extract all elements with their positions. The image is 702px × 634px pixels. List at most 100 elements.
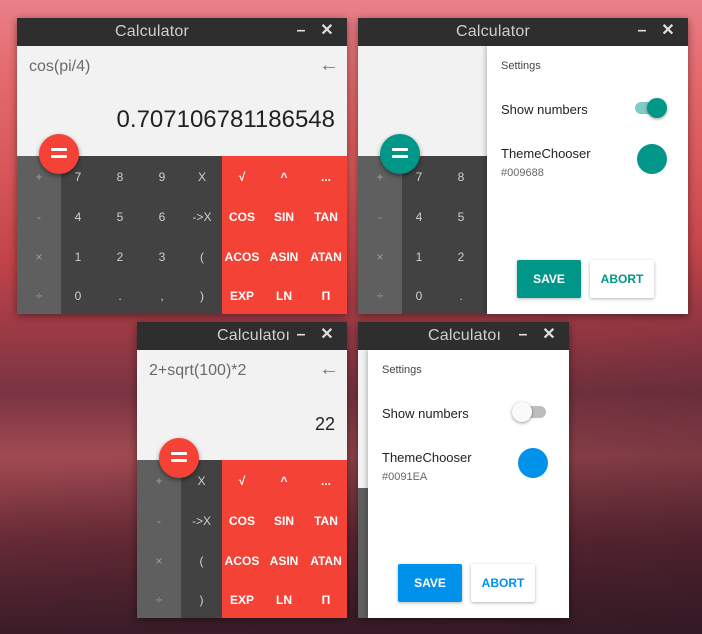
key-close-paren[interactable]: ): [185, 289, 219, 303]
equals-icon: [392, 148, 408, 151]
key-ln[interactable]: LN: [264, 593, 304, 607]
window-title: Calculatoı: [428, 327, 502, 344]
show-numbers-toggle[interactable]: [631, 96, 671, 120]
key-3[interactable]: 3: [145, 250, 179, 264]
key-close-paren[interactable]: ): [181, 593, 222, 607]
key-8[interactable]: 8: [444, 170, 478, 184]
key-minus[interactable]: -: [137, 514, 181, 528]
key-ln[interactable]: LN: [264, 289, 304, 303]
key-open-paren[interactable]: (: [181, 554, 222, 568]
close-button[interactable]: ✕: [658, 21, 678, 41]
equals-fab-button[interactable]: [159, 438, 199, 478]
key-1[interactable]: 1: [61, 250, 95, 264]
key-divide[interactable]: ÷: [137, 593, 181, 607]
key-1[interactable]: 1: [402, 250, 436, 264]
backspace-icon[interactable]: ←: [319, 358, 339, 381]
key-atan[interactable]: ATAN: [306, 250, 346, 264]
key-multiply[interactable]: ×: [17, 250, 61, 264]
key-6[interactable]: 6: [145, 210, 179, 224]
abort-button[interactable]: ABORT: [590, 260, 654, 298]
key-minus[interactable]: -: [17, 210, 61, 224]
result-text: 22: [314, 414, 335, 434]
minimize-button[interactable]: –: [632, 21, 652, 41]
key-tan[interactable]: TAN: [306, 210, 346, 224]
key-minus[interactable]: -: [358, 210, 402, 224]
number-pad: 7 8 9 X 4 5 6 ->X 1 2 3 ( 0 . , ): [61, 156, 222, 314]
title-bar[interactable]: Calculatoı – ✕: [137, 322, 347, 350]
title-bar[interactable]: Calculator – ✕: [17, 18, 347, 46]
equals-icon: [171, 452, 187, 455]
key-cos[interactable]: COS: [222, 514, 262, 528]
minimize-button[interactable]: –: [291, 21, 311, 41]
key-more[interactable]: ...: [306, 474, 346, 488]
close-button[interactable]: ✕: [317, 325, 337, 345]
key-multiply[interactable]: ×: [137, 554, 181, 568]
equals-icon-bar: [392, 155, 408, 158]
key-0[interactable]: 0: [61, 289, 95, 303]
key-atan[interactable]: ATAN: [306, 554, 346, 568]
key-store-x[interactable]: ->X: [185, 210, 219, 224]
settings-heading: Settings: [501, 60, 541, 72]
key-8[interactable]: 8: [103, 170, 137, 184]
minimize-button[interactable]: –: [291, 325, 311, 345]
key-2[interactable]: 2: [103, 250, 137, 264]
window-title: Calculatoı: [217, 327, 291, 344]
key-5[interactable]: 5: [444, 210, 478, 224]
calculator-window-3: Calculatoı – ✕ 2+sqrt(100)*2 ← 22 + - × …: [137, 322, 347, 618]
key-divide[interactable]: ÷: [17, 289, 61, 303]
key-4[interactable]: 4: [402, 210, 436, 224]
backspace-icon[interactable]: ←: [319, 54, 339, 77]
key-pi[interactable]: Π: [306, 593, 346, 607]
key-comma[interactable]: ,: [145, 289, 179, 303]
key-power[interactable]: ^: [264, 170, 304, 184]
key-pi[interactable]: Π: [306, 289, 346, 303]
key-multiply[interactable]: ×: [358, 250, 402, 264]
key-store-x[interactable]: ->X: [181, 514, 222, 528]
result-text: 0.707106781186548: [116, 106, 335, 133]
key-divide[interactable]: ÷: [358, 289, 402, 303]
key-sin[interactable]: SIN: [264, 514, 304, 528]
title-bar[interactable]: Calculatoı – ✕: [358, 322, 569, 350]
show-numbers-label: Show numbers: [501, 102, 588, 117]
key-sqrt[interactable]: √: [222, 170, 262, 184]
toggle-thumb: [647, 98, 667, 118]
theme-color-value: #0091EA: [382, 471, 428, 483]
key-asin[interactable]: ASIN: [264, 554, 304, 568]
save-button[interactable]: SAVE: [398, 564, 462, 602]
function-pad: √ ^ ... COS SIN TAN ACOS ASIN ATAN EXP L…: [222, 156, 347, 314]
theme-color-swatch[interactable]: [637, 144, 667, 174]
calculator-window-1: Calculator – ✕ cos(pi/4) ← 0.70710678118…: [17, 18, 347, 314]
theme-color-swatch[interactable]: [518, 448, 548, 478]
key-open-paren[interactable]: (: [185, 250, 219, 264]
key-decimal[interactable]: .: [103, 289, 137, 303]
key-acos[interactable]: ACOS: [222, 250, 262, 264]
equals-fab-button[interactable]: [380, 134, 420, 174]
show-numbers-toggle[interactable]: [512, 400, 552, 424]
key-cos[interactable]: COS: [222, 210, 262, 224]
key-sin[interactable]: SIN: [264, 210, 304, 224]
close-button[interactable]: ✕: [539, 325, 559, 345]
key-exp[interactable]: EXP: [222, 289, 262, 303]
key-acos[interactable]: ACOS: [222, 554, 262, 568]
title-bar[interactable]: Calculator – ✕: [358, 18, 688, 46]
key-more[interactable]: ...: [306, 170, 346, 184]
key-asin[interactable]: ASIN: [264, 250, 304, 264]
keypad: + - × ÷ 7 8 4 5 1 2 0 .: [358, 156, 488, 314]
key-power[interactable]: ^: [264, 474, 304, 488]
save-button[interactable]: SAVE: [517, 260, 581, 298]
key-4[interactable]: 4: [61, 210, 95, 224]
key-0[interactable]: 0: [402, 289, 436, 303]
abort-button[interactable]: ABORT: [471, 564, 535, 602]
key-2[interactable]: 2: [444, 250, 478, 264]
minimize-button[interactable]: –: [513, 325, 533, 345]
key-5[interactable]: 5: [103, 210, 137, 224]
key-sqrt[interactable]: √: [222, 474, 262, 488]
key-9[interactable]: 9: [145, 170, 179, 184]
key-tan[interactable]: TAN: [306, 514, 346, 528]
number-pad: 7 8 4 5 1 2 0 .: [402, 156, 488, 314]
key-exp[interactable]: EXP: [222, 593, 262, 607]
key-x[interactable]: X: [185, 170, 219, 184]
equals-fab-button[interactable]: [39, 134, 79, 174]
key-decimal[interactable]: .: [444, 289, 478, 303]
close-button[interactable]: ✕: [317, 21, 337, 41]
